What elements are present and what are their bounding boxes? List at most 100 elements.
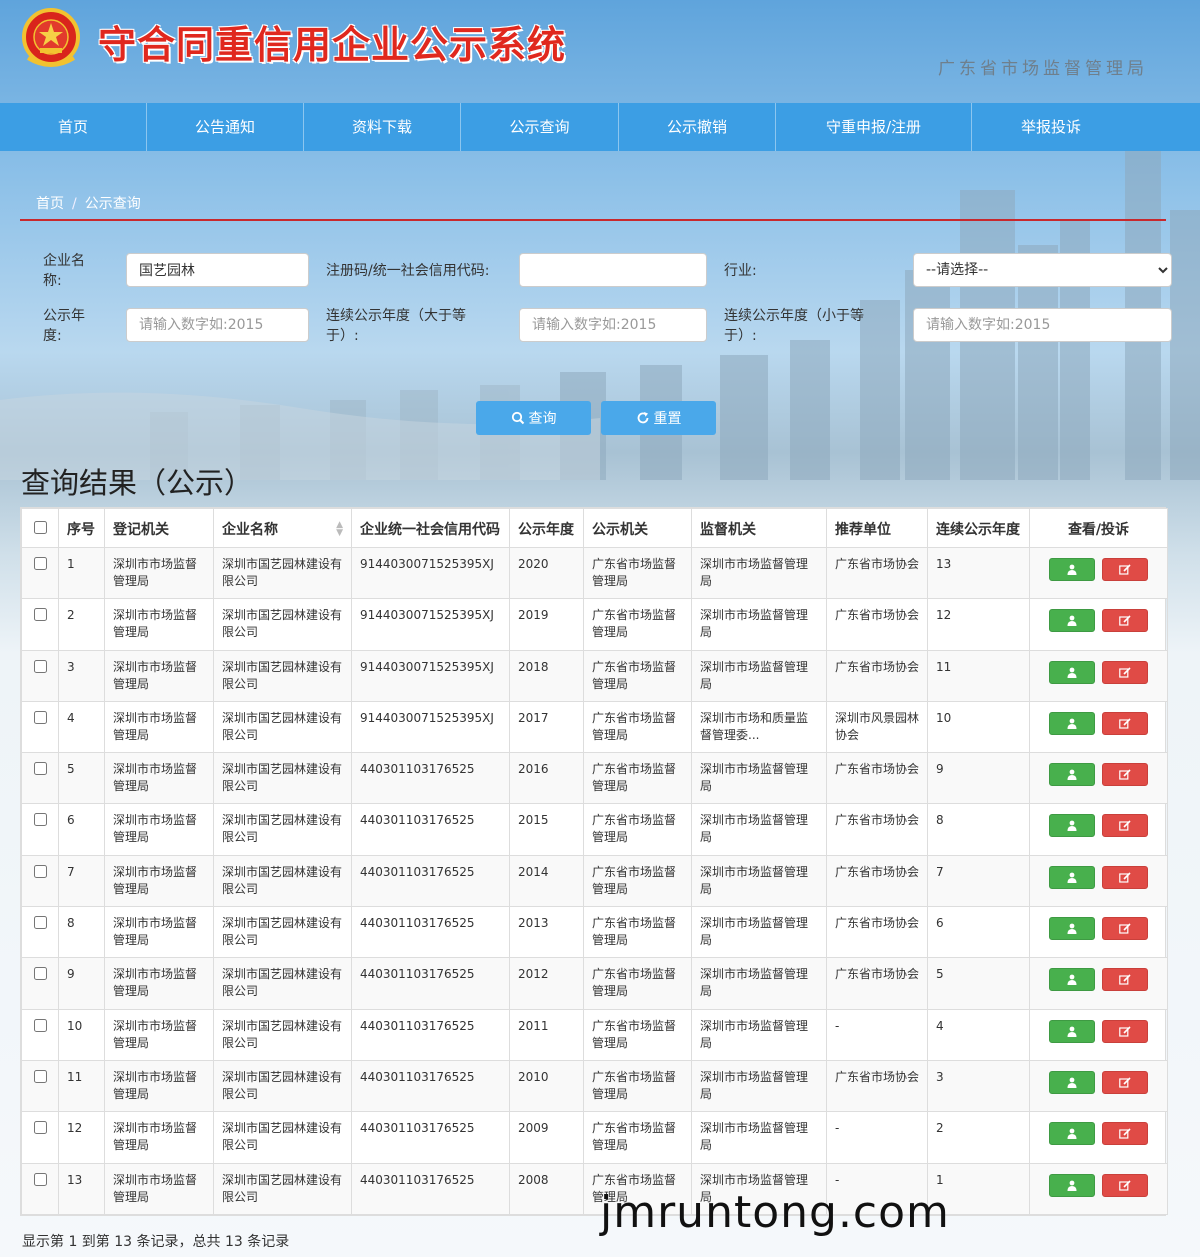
cell-consecutive-years: 6 — [927, 906, 1030, 959]
row-checkbox[interactable] — [34, 1172, 47, 1186]
nav-query[interactable]: 公示查询 — [461, 103, 619, 151]
nav-downloads[interactable]: 资料下载 — [304, 103, 461, 151]
view-button[interactable] — [1049, 660, 1095, 684]
cell-consecutive-years: 3 — [927, 1059, 1030, 1113]
row-checkbox[interactable] — [34, 608, 47, 622]
view-button[interactable] — [1049, 917, 1095, 941]
header-index: 序号 — [58, 508, 105, 548]
row-checkbox[interactable] — [34, 813, 47, 827]
complaint-button[interactable] — [1102, 1173, 1148, 1197]
cell-reg-authority: 深圳市市场监督管理局 — [104, 957, 214, 1010]
industry-select[interactable]: --请选择-- — [913, 253, 1172, 287]
row-checkbox[interactable] — [34, 557, 47, 570]
header-consecutive-years: 连续公示年度 — [927, 508, 1030, 548]
row-checkbox[interactable] — [34, 710, 47, 724]
cell-actions — [1029, 1162, 1168, 1215]
row-checkbox[interactable] — [34, 1069, 47, 1083]
cell-index: 8 — [58, 906, 105, 959]
nav-notices[interactable]: 公告通知 — [147, 103, 304, 151]
nav-apply[interactable]: 守重申报/注册 — [776, 103, 972, 151]
cell-select — [21, 700, 59, 754]
complaint-button[interactable] — [1102, 763, 1148, 787]
cell-reg-authority: 深圳市市场监督管理局 — [104, 752, 214, 805]
view-button[interactable] — [1049, 1070, 1095, 1094]
years-gt-label: 连续公示年度（大于等于）: — [326, 308, 466, 344]
cell-index: 1 — [58, 546, 105, 600]
complaint-button[interactable] — [1102, 968, 1148, 992]
cell-actions — [1029, 854, 1168, 908]
cell-actions — [1029, 752, 1168, 805]
view-button[interactable] — [1049, 968, 1095, 992]
reg-code-input[interactable] — [519, 253, 707, 287]
pub-year-input[interactable] — [126, 308, 309, 342]
nav-report[interactable]: 举报投诉 — [972, 103, 1130, 151]
national-emblem-icon — [22, 8, 80, 67]
search-button[interactable]: 查询 — [476, 401, 591, 435]
view-button[interactable] — [1049, 763, 1095, 787]
cell-recommender: 广东省市场协会 — [826, 598, 928, 651]
watermark: jmruntong.com — [600, 1187, 950, 1238]
cell-index: 7 — [58, 854, 105, 908]
complaint-button[interactable] — [1102, 1122, 1148, 1146]
cell-pub-authority: 广东省市场监督管理局 — [583, 1059, 692, 1113]
breadcrumb-home[interactable]: 首页 — [36, 196, 64, 212]
cell-recommender: 广东省市场协会 — [826, 546, 928, 600]
complaint-button[interactable] — [1102, 865, 1148, 889]
reset-button[interactable]: 重置 — [601, 401, 716, 435]
nav-home[interactable]: 首页 — [0, 103, 147, 151]
row-checkbox[interactable] — [34, 762, 47, 776]
user-icon — [1067, 1077, 1077, 1088]
cell-company-name: 深圳市国艺园林建设有限公司 — [213, 906, 352, 959]
view-button[interactable] — [1049, 609, 1095, 633]
complaint-button[interactable] — [1102, 711, 1148, 735]
row-checkbox[interactable] — [34, 967, 47, 981]
years-gt-input[interactable] — [519, 308, 707, 342]
agency-name: 广东省市场监督管理局 — [938, 59, 1148, 79]
select-all-checkbox[interactable] — [34, 521, 47, 534]
complaint-button[interactable] — [1102, 609, 1148, 633]
row-checkbox[interactable] — [34, 659, 47, 673]
table-row: 13 深圳市市场监督管理局 深圳市国艺园林建设有限公司 440301103176525… — [21, 1162, 1168, 1215]
cell-supervisor: 深圳市市场监督管理局 — [691, 1008, 827, 1061]
complaint-button[interactable] — [1102, 917, 1148, 941]
cell-credit-code: 440301103176525 — [351, 1059, 510, 1113]
cell-company-name: 深圳市国艺园林建设有限公司 — [213, 546, 352, 600]
table-row: 1 深圳市市场监督管理局 深圳市国艺园林建设有限公司 9144030071525395… — [21, 546, 1168, 600]
view-button[interactable] — [1049, 1122, 1095, 1146]
cell-credit-code: 440301103176525 — [351, 803, 510, 856]
cell-consecutive-years: 4 — [927, 1008, 1030, 1061]
table-row: 7 深圳市市场监督管理局 深圳市国艺园林建设有限公司 440301103176525 2… — [21, 854, 1168, 908]
cell-credit-code: 440301103176525 — [351, 957, 510, 1010]
view-button[interactable] — [1049, 814, 1095, 838]
row-checkbox[interactable] — [34, 1018, 47, 1032]
view-button[interactable] — [1049, 1019, 1095, 1043]
edit-icon — [1119, 769, 1131, 780]
view-button[interactable] — [1049, 558, 1095, 581]
cell-reg-authority: 深圳市市场监督管理局 — [104, 906, 214, 959]
cell-credit-code: 440301103176525 — [351, 1111, 510, 1164]
edit-icon — [1119, 923, 1131, 934]
nav-revoke[interactable]: 公示撤销 — [619, 103, 776, 151]
cell-supervisor: 深圳市市场监督管理局 — [691, 752, 827, 805]
view-button[interactable] — [1049, 865, 1095, 889]
cell-reg-authority: 深圳市市场监督管理局 — [104, 546, 214, 600]
years-lt-input[interactable] — [913, 308, 1172, 342]
row-checkbox[interactable] — [34, 1121, 47, 1135]
cell-pub-authority: 广东省市场监督管理局 — [583, 598, 692, 651]
cell-pub-year: 2011 — [509, 1008, 584, 1061]
row-checkbox[interactable] — [34, 916, 47, 930]
cell-pub-year: 2018 — [509, 649, 584, 702]
header-company-name[interactable]: ▲ ▼ 企业名称 — [213, 508, 352, 548]
row-checkbox[interactable] — [34, 864, 47, 878]
complaint-button[interactable] — [1102, 1070, 1148, 1094]
complaint-button[interactable] — [1102, 660, 1148, 684]
view-button[interactable] — [1049, 1173, 1095, 1197]
complaint-button[interactable] — [1102, 1019, 1148, 1043]
table-row: 8 深圳市市场监督管理局 深圳市国艺园林建设有限公司 440301103176525 2… — [21, 906, 1168, 959]
cell-actions — [1029, 1008, 1168, 1061]
company-name-input[interactable] — [126, 253, 309, 287]
complaint-button[interactable] — [1102, 558, 1148, 581]
complaint-button[interactable] — [1102, 814, 1148, 838]
view-button[interactable] — [1049, 711, 1095, 735]
cell-consecutive-years: 7 — [927, 854, 1030, 908]
